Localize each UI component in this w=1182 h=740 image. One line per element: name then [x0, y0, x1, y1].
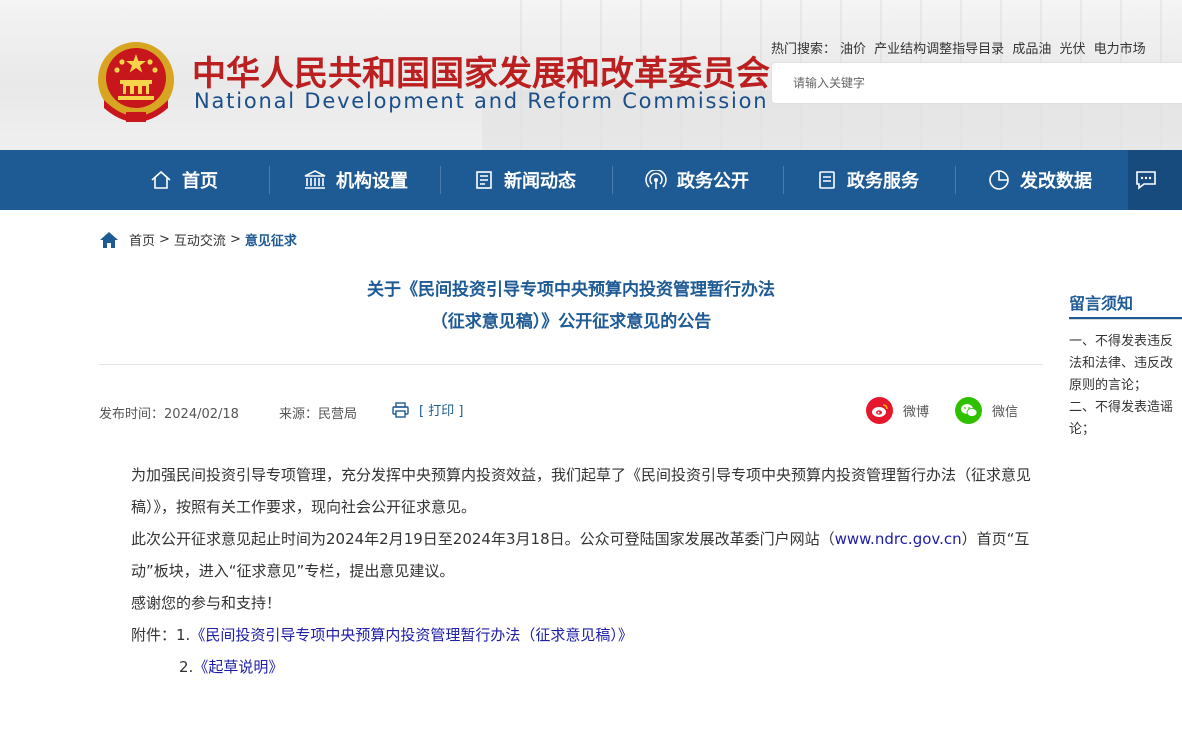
nav-item-label: 政务服务: [847, 171, 919, 192]
news-icon: [476, 171, 492, 189]
breadcrumb-current[interactable]: 意见征求: [245, 230, 297, 249]
nav-item-label: 政务公开: [677, 171, 749, 192]
building-icon: [304, 170, 326, 189]
hot-search-term[interactable]: 光伏: [1059, 42, 1085, 57]
nav-item-home[interactable]: 首页: [150, 150, 218, 210]
national-emblem-icon[interactable]: [96, 40, 176, 124]
share-wechat-label: 微信: [992, 405, 1019, 420]
notice-line: 原则的言论；: [1069, 378, 1148, 393]
breadcrumb-separator: >: [229, 232, 241, 247]
article-paragraph: 感谢您的参与和支持！: [131, 594, 282, 612]
article-title-line1: 关于《民间投资引导专项中央预算内投资管理暂行办法: [367, 280, 775, 300]
nav-item-news[interactable]: 新闻动态: [474, 150, 576, 210]
breadcrumb-home[interactable]: 首页: [129, 230, 155, 249]
attachment-2: 2.《起草说明》: [179, 651, 283, 683]
hot-search: 热门搜索： 油价 产业结构调整指导目录 成品油 光伏 电力市场: [771, 38, 1150, 57]
nav-item-label: 发改数据: [1020, 171, 1092, 192]
sidebar-notice: 一、不得发表违反 法和法律、违反改 原则的言论； 二、不得发表造谣 论；: [1069, 331, 1182, 441]
article-paragraph: 此次公开征求意见起止时间为2024年2月19日至2024年3月18日。公众可登陆…: [99, 523, 1045, 587]
nav-item-organization[interactable]: 机构设置: [304, 150, 408, 210]
title-divider: [99, 364, 1043, 365]
article-title-line2: （征求意见稿）》公开征求意见的公告: [430, 312, 712, 332]
hot-search-label: 热门搜索：: [771, 42, 837, 57]
search-box: [771, 62, 1182, 104]
site-title-cn[interactable]: 中华人民共和国国家发展和改革委员会: [192, 54, 770, 94]
site-title-en[interactable]: National Development and Reform Commissi…: [194, 89, 768, 113]
ndrc-website-link[interactable]: www.ndrc.gov.cn: [835, 530, 962, 548]
nav-divider: [269, 166, 270, 194]
share-wechat-button[interactable]: 微信: [955, 397, 1018, 424]
nav-item-gov-affairs[interactable]: 政务公开: [645, 150, 749, 210]
notice-line: 一、不得发表违反: [1069, 334, 1174, 349]
sidebar-divider: [1069, 319, 1182, 320]
nav-item-services[interactable]: 政务服务: [817, 150, 919, 210]
breadcrumb: 首页 > 互动交流 > 意见征求: [99, 230, 297, 249]
share-weibo-label: 微博: [903, 405, 930, 420]
home-icon[interactable]: [99, 231, 119, 249]
attachment-link-2[interactable]: 《起草说明》: [193, 658, 283, 676]
notice-line: 二、不得发表造谣: [1069, 400, 1174, 415]
paragraph-text: 此次公开征求意见起止时间为2024年2月19日至2024年3月18日。公众可登陆…: [131, 530, 835, 548]
document-icon: [819, 171, 835, 189]
hot-search-term[interactable]: 产业结构调整指导目录: [874, 42, 1004, 57]
main-nav: 首页 机构设置 新闻动态 政务公开 政务服务 发改数据: [0, 150, 1182, 210]
article-source: 来源：民营局: [279, 407, 358, 422]
nav-item-label: 新闻动态: [504, 171, 576, 192]
share-weibo-button[interactable]: 微博: [866, 397, 929, 424]
search-input[interactable]: [772, 63, 1152, 103]
nav-divider: [612, 166, 613, 194]
site-header: 中华人民共和国国家发展和改革委员会 National Development a…: [0, 0, 1182, 150]
home-icon: [151, 170, 171, 189]
print-label: [ 打印 ]: [419, 404, 464, 419]
notice-line: 论；: [1069, 422, 1096, 437]
print-button[interactable]: [ 打印 ]: [392, 400, 463, 419]
sidebar-title: 留言须知: [1069, 294, 1134, 313]
nav-item-interaction[interactable]: [1128, 150, 1182, 210]
hot-search-term[interactable]: 电力市场: [1094, 42, 1146, 57]
article-paragraph: 为加强民间投资引导专项管理，充分发挥中央预算内投资效益，我们起草了《民间投资引导…: [131, 466, 1032, 516]
nav-divider: [955, 166, 956, 194]
attachment-number: 2.: [179, 658, 194, 676]
sidebar-accent-line: [1069, 317, 1182, 319]
publish-time: 发布时间：2024/02/18: [99, 407, 239, 422]
broadcast-icon: [645, 170, 667, 189]
attachment-link-1[interactable]: 《民间投资引导专项中央预算内投资管理暂行办法（征求意见稿）》: [190, 626, 633, 644]
printer-icon: [392, 401, 409, 418]
weibo-icon: [866, 397, 893, 424]
chat-bubble-icon: [1136, 171, 1156, 190]
breadcrumb-separator: >: [159, 232, 170, 247]
breadcrumb-interaction[interactable]: 互动交流: [174, 230, 226, 249]
nav-divider: [783, 166, 784, 194]
hot-search-term[interactable]: 油价: [840, 42, 866, 57]
attachment-label: 附件：1.: [131, 626, 191, 644]
nav-item-label: 机构设置: [336, 171, 408, 192]
hot-search-term[interactable]: 成品油: [1012, 42, 1051, 57]
nav-item-label: 首页: [182, 171, 218, 192]
notice-line: 法和法律、违反改: [1069, 356, 1174, 371]
nav-divider: [440, 166, 441, 194]
nav-item-data[interactable]: 发改数据: [988, 150, 1092, 210]
wechat-icon: [955, 397, 982, 424]
attachment-1: 附件：1.《民间投资引导专项中央预算内投资管理暂行办法（征求意见稿）》: [131, 619, 633, 651]
pie-chart-icon: [989, 170, 1009, 190]
